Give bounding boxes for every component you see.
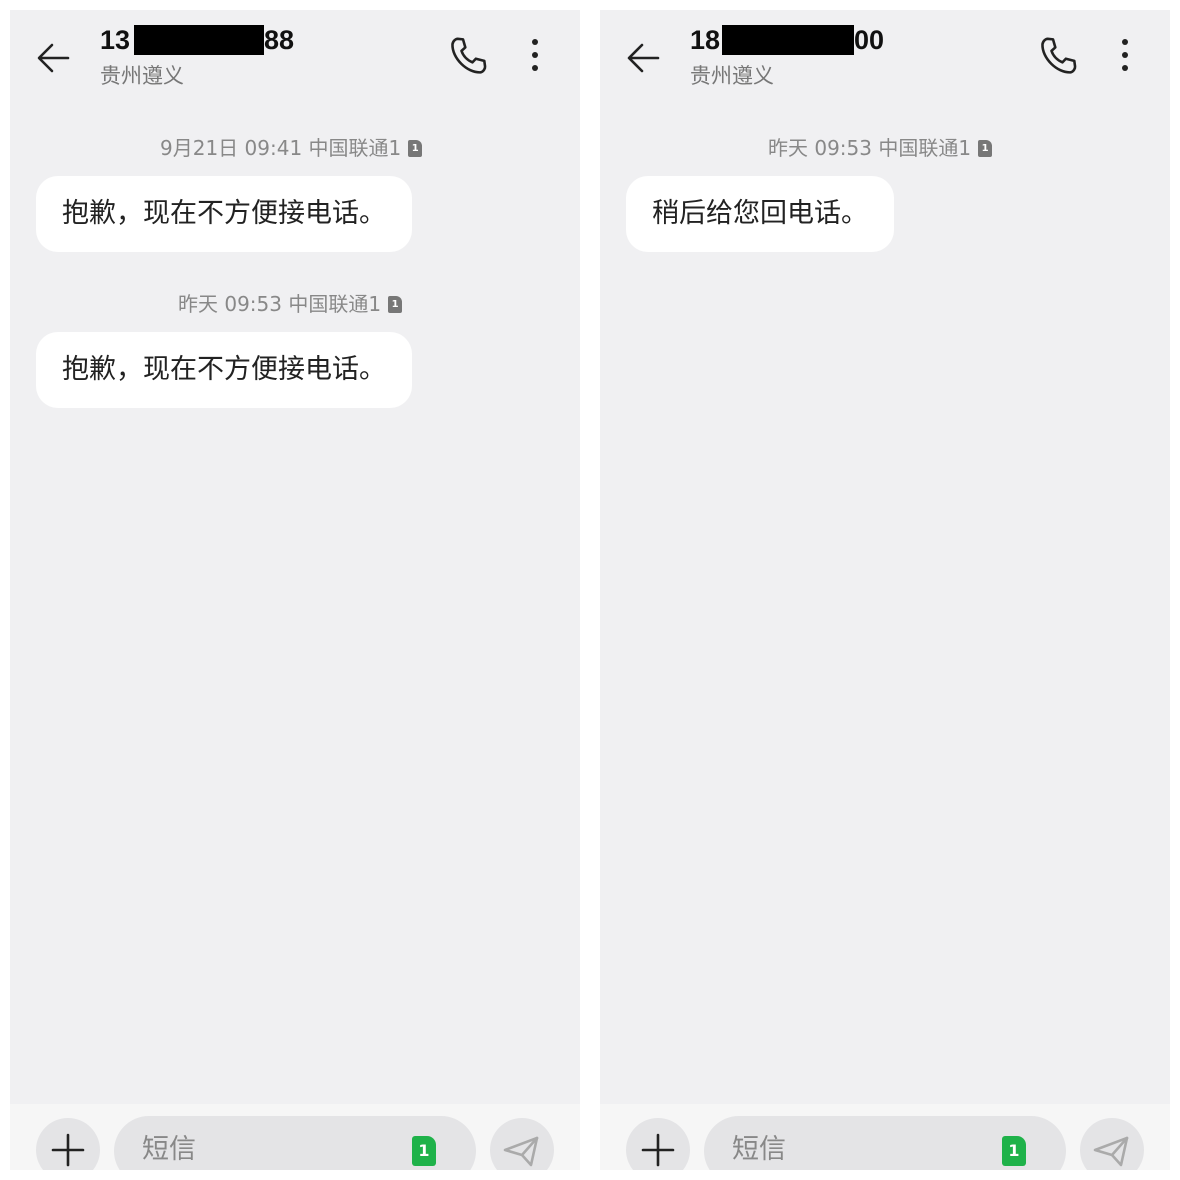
sim-card-icon: 1 [978,139,993,157]
send-button[interactable] [490,1118,554,1170]
redaction-bar [134,25,264,55]
contact-location: 贵州遵义 [100,64,184,88]
compose-bar: 短信 1 [10,1104,580,1170]
timestamp-text: 9月21日 09:41 中国联通1 [160,136,402,160]
phone-suffix: 88 [264,25,295,55]
message-bubble[interactable]: 稍后给您回电话。 [626,176,894,252]
redaction-bar [722,25,854,55]
conversation-panel-2: 18 00 贵州遵义 昨天 09:53 中国联通1 1 稍后给您回电话。 短信 … [600,10,1170,1170]
sms-placeholder: 短信 [142,1134,196,1165]
contact-header: 13 88 贵州遵义 [100,22,294,90]
timestamp-text: 昨天 09:53 中国联通1 [178,292,382,316]
send-button[interactable] [1080,1118,1144,1170]
message-bubble[interactable]: 抱歉，现在不方便接电话。 [36,176,412,252]
sim-card-icon[interactable]: 1 [1002,1136,1026,1166]
add-attachment-button[interactable] [626,1118,690,1170]
more-vertical-icon [532,39,538,71]
phone-prefix: 18 [690,25,721,55]
compose-bar: 短信 1 [600,1104,1170,1170]
phone-suffix: 00 [854,25,885,55]
more-options-button[interactable] [1110,36,1140,76]
call-button[interactable] [445,34,491,80]
back-arrow-icon [627,43,660,73]
sim-card-icon: 1 [408,139,423,157]
sim-card-icon: 1 [388,295,403,313]
call-button[interactable] [1035,34,1081,80]
contact-header: 18 00 贵州遵义 [690,22,884,90]
add-attachment-button[interactable] [36,1118,100,1170]
more-options-button[interactable] [520,36,550,76]
sim-card-icon[interactable]: 1 [412,1136,436,1166]
phone-icon [1041,37,1077,74]
contact-location: 贵州遵义 [690,64,774,88]
message-timestamp: 9月21日 09:41 中国联通1 1 [160,134,423,162]
message-bubble[interactable]: 抱歉，现在不方便接电话。 [36,332,412,408]
contact-number: 13 88 [100,22,294,58]
send-icon [503,1136,539,1167]
more-vertical-icon [1122,39,1128,71]
back-button[interactable] [622,36,666,80]
back-button[interactable] [32,36,76,80]
phone-icon [451,37,487,74]
phone-prefix: 13 [100,25,131,55]
send-icon [1093,1136,1129,1167]
plus-icon [641,1133,675,1167]
conversation-panel-1: 13 88 贵州遵义 9月21日 09:41 中国联通1 1 抱歉，现在不方便接… [10,10,580,1170]
message-timestamp: 昨天 09:53 中国联通1 1 [768,134,993,162]
sms-placeholder: 短信 [732,1134,786,1165]
back-arrow-icon [37,43,70,73]
message-timestamp: 昨天 09:53 中国联通1 1 [178,290,403,318]
timestamp-text: 昨天 09:53 中国联通1 [768,136,972,160]
contact-number: 18 00 [690,22,884,58]
sms-input[interactable]: 短信 1 [704,1116,1066,1170]
plus-icon [51,1133,85,1167]
sms-input[interactable]: 短信 1 [114,1116,476,1170]
